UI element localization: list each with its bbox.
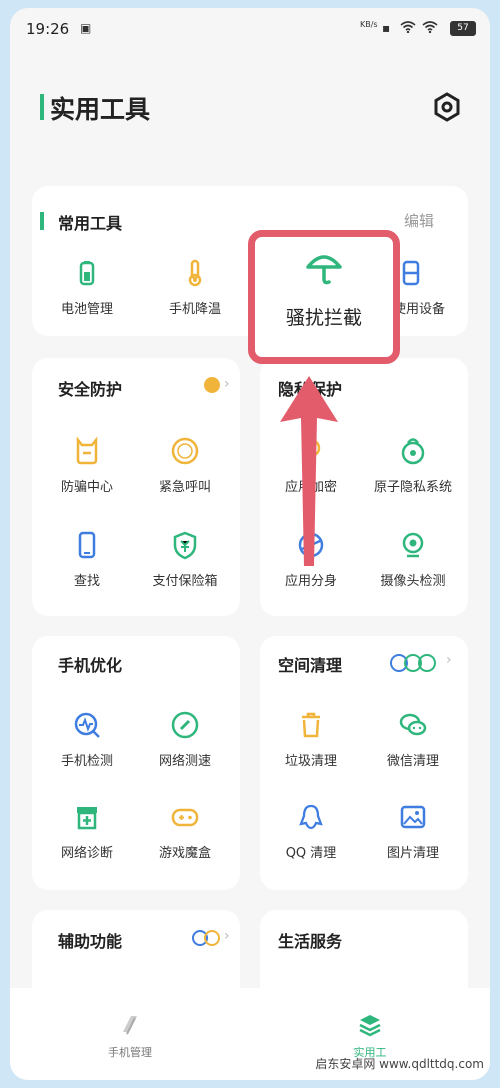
tool-label: 垃圾清理 [284,754,337,769]
tool-label: 查找 [73,574,100,589]
game-box-icon [170,802,200,832]
network-speed-icon: KB/s [360,20,378,29]
thermometer-icon [180,258,210,288]
tool-phone-check[interactable]: 手机检测 [32,710,142,769]
security-badge-icon [204,377,220,393]
qq-icon [296,802,326,832]
network-diagnose-icon [72,802,102,832]
annotation-arrow [274,376,344,580]
phone-manager-icon [80,1012,180,1038]
tool-label: 手机检测 [60,754,113,769]
shield-alert-icon [72,436,102,466]
watermark: 启东安卓网 www.qdlttdq.com [315,1057,484,1071]
speed-test-icon [170,710,200,740]
life-card: 生活服务 [260,910,468,1000]
tool-label: 图片清理 [386,846,439,861]
chevron-right-icon[interactable]: › [446,652,452,668]
tool-find[interactable]: 查找 [32,530,142,589]
security-card: 安全防护 › 防骗中心 紧急呼叫 查找 支付保险箱 [32,358,240,616]
battery-indicator: 57 [450,21,476,36]
tool-label: 支付保险箱 [152,574,218,589]
tool-label: QQ 清理 [285,846,337,861]
tool-payment-safe[interactable]: 支付保险箱 [130,530,240,589]
tool-atom-privacy[interactable]: 原子隐私系统 [358,436,468,495]
life-title: 生活服务 [278,932,343,951]
tool-label: 微信清理 [386,754,439,769]
tool-anti-fraud[interactable]: 防骗中心 [32,436,142,495]
sos-icon [170,436,200,466]
clean-card: 空间清理 › 垃圾清理 微信清理 QQ 清理 图片清理 [260,636,468,890]
tool-sos[interactable]: 紧急呼叫 [130,436,240,495]
tool-camera-detect[interactable]: 摄像头检测 [358,530,468,589]
phone-screen: 19:26 ▣ KB/s ▪ 57 实用工具 常用工具 编辑 电池管理 手机降温… [10,8,490,1080]
trash-icon [296,710,326,740]
nav-tools[interactable]: 实用工 [320,1012,420,1060]
bottom-nav: 手机管理 实用工 启东安卓网 www.qdlttdq.com [10,988,490,1080]
optimize-title: 手机优化 [58,656,123,675]
assist-title: 辅助功能 [58,932,123,951]
security-title: 安全防护 [58,380,123,399]
tool-wechat-clean[interactable]: 微信清理 [358,710,468,769]
nav-label: 手机管理 [108,1046,152,1059]
tool-label: 网络诊断 [60,846,113,861]
status-time: 19:26 [26,20,70,38]
umbrella-icon [255,249,393,289]
tool-network-diagnose[interactable]: 网络诊断 [32,802,142,861]
chevron-right-icon[interactable]: › [224,376,230,392]
phone-find-icon [72,530,102,560]
clean-badge-icons [390,654,436,676]
tool-battery[interactable]: 电池管理 [32,258,142,317]
layers-icon [320,1012,420,1038]
settings-hex-icon[interactable] [432,92,462,122]
tool-label: 电池管理 [60,302,113,317]
wechat-icon [398,710,428,740]
clean-title: 空间清理 [278,656,343,675]
wifi-icon [400,21,416,36]
optimize-card: 手机优化 手机检测 网络测速 网络诊断 游戏魔盒 [32,636,240,890]
tool-label: 紧急呼叫 [158,480,211,495]
chevron-right-icon[interactable]: › [224,928,230,944]
status-bar: 19:26 ▣ KB/s ▪ 57 [10,8,490,48]
tool-label: 骚扰拦截 [285,307,362,329]
camera-detect-icon [398,530,428,560]
common-tools-title: 常用工具 [58,214,123,233]
tool-label: 原子隐私系统 [373,480,452,495]
tool-harassment-block[interactable]: 骚扰拦截 [255,249,393,330]
edit-button[interactable]: 编辑 [404,210,434,231]
section-accent-bar [40,212,44,230]
tool-label: 游戏魔盒 [158,846,211,861]
atom-privacy-icon [398,436,428,466]
title-accent-bar [40,94,44,120]
image-icon [398,802,428,832]
wifi-icon-2 [422,21,438,36]
phone-check-icon [72,710,102,740]
tool-label: 手机降温 [168,302,221,317]
nav-phone-manager[interactable]: 手机管理 [80,1012,180,1060]
tool-qq-clean[interactable]: QQ 清理 [256,802,366,861]
tool-label: 防骗中心 [60,480,113,495]
notification-icon: ▣ [80,21,92,35]
hourglass-icon [396,258,426,288]
assist-badge-icons [192,930,220,950]
assist-card: 辅助功能 › [32,910,240,1000]
tool-image-clean[interactable]: 图片清理 [358,802,468,861]
tool-label: 摄像头检测 [380,574,446,589]
payment-shield-icon [170,530,200,560]
battery-icon [72,258,102,288]
tool-game-box[interactable]: 游戏魔盒 [130,802,240,861]
highlight-box: 骚扰拦截 [248,230,400,364]
tool-cooling[interactable]: 手机降温 [140,258,250,317]
nfc-icon: ▪ [382,21,391,35]
tool-label: 网络测速 [158,754,211,769]
tool-trash-clean[interactable]: 垃圾清理 [256,710,366,769]
tool-speed-test[interactable]: 网络测速 [130,710,240,769]
page-title: 实用工具 [50,95,151,124]
